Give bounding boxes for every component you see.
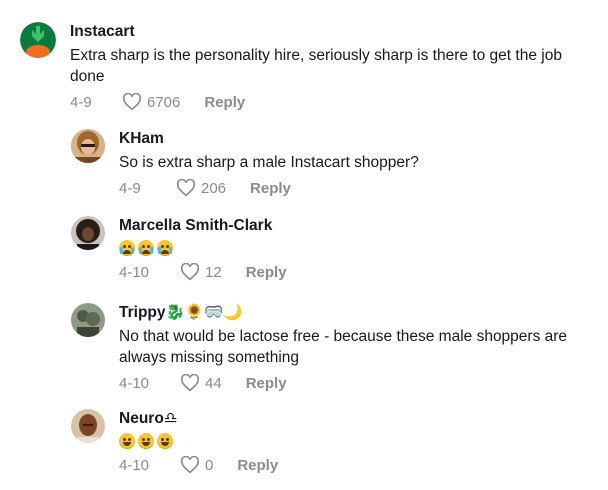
instacart-logo-icon xyxy=(20,22,56,58)
like-count: 6706 xyxy=(147,93,181,111)
comment-author[interactable]: KHam xyxy=(119,129,589,149)
heart-icon xyxy=(180,456,200,474)
reply-button[interactable]: Reply xyxy=(237,457,278,474)
laughing-emoji-icon xyxy=(138,433,154,449)
user-photo-icon xyxy=(71,409,105,443)
like-button[interactable]: 6706 xyxy=(122,93,180,111)
avatar[interactable] xyxy=(71,129,105,163)
comment-text: So is extra sharp a male Instacart shopp… xyxy=(119,154,419,171)
laughing-emoji-icon xyxy=(157,433,173,449)
avatar[interactable] xyxy=(71,216,105,250)
comment-date: 4-9 xyxy=(70,93,92,111)
comment-date: 4-10 xyxy=(119,456,150,474)
comment-author[interactable]: Neuro♎ xyxy=(119,409,589,429)
like-count: 12 xyxy=(205,263,222,281)
comment-instacart: Instacart Extra sharp is the personality… xyxy=(20,22,600,111)
crying-emoji-icon xyxy=(119,240,135,256)
crying-emoji-icon xyxy=(157,240,173,256)
comment-text: No that would be lactose free - because … xyxy=(119,328,568,366)
avatar[interactable] xyxy=(20,22,56,58)
comment-date: 4-10 xyxy=(119,263,150,281)
like-button[interactable]: 206 xyxy=(176,179,226,197)
avatar[interactable] xyxy=(71,409,105,443)
comment-emojis xyxy=(119,240,589,256)
avatar[interactable] xyxy=(71,303,105,337)
comment-text: Extra sharp is the personality hire, ser… xyxy=(70,47,562,85)
heart-icon xyxy=(122,93,142,111)
like-button[interactable]: 12 xyxy=(180,263,222,281)
heart-icon xyxy=(180,374,200,392)
like-count: 0 xyxy=(205,456,214,474)
comment-trippy: Trippy🐉🌻🥽🌙 No that would be lactose free… xyxy=(71,303,599,392)
heart-icon xyxy=(176,179,196,197)
comment-neuro: Neuro♎ 😂😂😂 4-10 0 Reply xyxy=(71,409,589,474)
like-count: 44 xyxy=(205,374,222,392)
reply-button[interactable]: Reply xyxy=(246,375,287,392)
comment-author[interactable]: Trippy🐉🌻🥽🌙 xyxy=(119,303,599,323)
comment-kham: KHam So is extra sharp a male Instacart … xyxy=(71,129,589,197)
laughing-emoji-icon xyxy=(119,433,135,449)
like-button[interactable]: 0 xyxy=(180,456,213,474)
like-button[interactable]: 44 xyxy=(180,374,222,392)
crying-emoji-icon xyxy=(138,240,154,256)
user-photo-icon xyxy=(71,303,105,337)
user-photo-icon xyxy=(71,129,105,163)
like-count: 206 xyxy=(201,179,227,197)
comment-author[interactable]: Marcella Smith-Clark xyxy=(119,216,589,236)
comment-emojis xyxy=(119,433,589,449)
user-photo-icon xyxy=(71,216,105,250)
comment-date: 4-10 xyxy=(119,374,150,392)
comment-marcella: Marcella Smith-Clark 😭😭😭 4-10 12 Reply xyxy=(71,216,589,281)
heart-icon xyxy=(180,263,200,281)
reply-button[interactable]: Reply xyxy=(204,94,245,111)
comment-author[interactable]: Instacart xyxy=(70,22,600,42)
reply-button[interactable]: Reply xyxy=(250,180,291,197)
reply-button[interactable]: Reply xyxy=(246,264,287,281)
comment-date: 4-9 xyxy=(119,179,141,197)
